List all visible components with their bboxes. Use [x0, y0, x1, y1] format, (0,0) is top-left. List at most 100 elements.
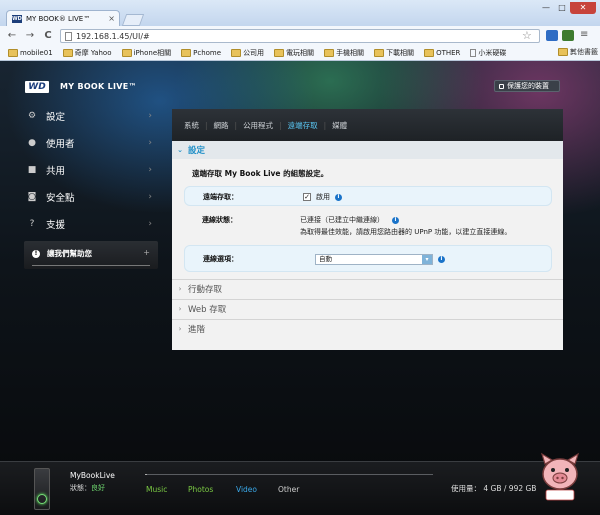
- bookmark-item[interactable]: 手機相關: [324, 48, 364, 58]
- info-icon[interactable]: i: [438, 256, 445, 263]
- info-icon[interactable]: i: [335, 193, 342, 201]
- expand-icon[interactable]: +: [143, 248, 150, 257]
- bookmark-item[interactable]: 下載相關: [374, 48, 414, 58]
- section-settings[interactable]: ⌄ 設定: [172, 141, 563, 159]
- forward-icon[interactable]: →: [24, 30, 36, 41]
- chevron-down-icon: ▾: [422, 255, 432, 264]
- protect-device-button[interactable]: 保護您的裝置: [494, 80, 560, 92]
- bookmark-item[interactable]: iPhone相關: [121, 48, 172, 58]
- sidebar-item-label: 支援: [46, 220, 66, 231]
- wrench-menu-icon[interactable]: ≡: [580, 29, 588, 40]
- tab-media[interactable]: 媒體: [326, 120, 353, 131]
- wd-dashboard: WD MY BOOK LIVE™ 保護您的裝置 ⚙ 設定 › ● 使用者 › ■…: [0, 61, 600, 514]
- sidebar-item-safepoints[interactable]: ◙ 安全點 ›: [26, 188, 156, 206]
- minimize-button[interactable]: —: [538, 2, 554, 14]
- tab-title: MY BOOK® LIVE™: [26, 14, 91, 23]
- sidebar-item-label: 安全點: [46, 193, 75, 204]
- bookmarks-bar: mobile01 奇摩 Yahoo iPhone相關 Pchome 公司用 電玩相關 手機相…: [0, 46, 600, 61]
- other-bookmarks[interactable]: 其他書籤: [558, 47, 598, 57]
- chevron-right-icon: ›: [148, 165, 152, 175]
- chevron-right-icon: ›: [148, 111, 152, 121]
- settings-content: ⌄ 設定 遠端存取 My Book Live 的組態設定。 遠端存取： ✓ 啟用…: [172, 141, 563, 350]
- folder-icon: [181, 49, 192, 57]
- status-badge: 良好: [91, 484, 105, 492]
- device-footer: MyBookLive 狀態：良好 Music Photos Video Othe…: [0, 452, 600, 515]
- folder-icon: [62, 49, 73, 57]
- connection-status-label: 連線狀態：: [202, 216, 237, 224]
- tab-system[interactable]: 系統: [178, 120, 205, 131]
- browser-tab[interactable]: WD MY BOOK® LIVE™ ×: [6, 10, 120, 26]
- tab-close-icon[interactable]: ×: [108, 14, 119, 23]
- sidebar-item-label: 設定: [46, 112, 66, 123]
- product-name: MY BOOK LIVE™: [60, 82, 137, 91]
- bookmark-star-icon[interactable]: ☆: [522, 29, 532, 42]
- section-web-access[interactable]: › Web 存取: [172, 299, 563, 317]
- other-bookmarks-label: 其他書籤: [570, 48, 598, 56]
- back-icon[interactable]: ←: [6, 30, 18, 41]
- chevron-right-icon: ›: [178, 284, 182, 293]
- connection-option-label: 連線選項：: [203, 255, 238, 263]
- close-window-button[interactable]: ✕: [570, 2, 596, 14]
- remote-access-value: 啟用: [316, 193, 330, 201]
- sidebar-item-label: 共用: [46, 166, 66, 177]
- section-advanced[interactable]: › 進階: [172, 319, 563, 337]
- folder-icon: [558, 48, 568, 56]
- category-music: Music: [146, 485, 168, 494]
- info-icon: !: [32, 249, 40, 258]
- address-bar-url: 192.168.1.45/UI/#: [76, 31, 150, 41]
- connection-option-select[interactable]: 自動 ▾: [315, 254, 433, 265]
- bookmark-item[interactable]: Pchome: [181, 49, 221, 57]
- remote-access-checkbox[interactable]: ✓: [303, 193, 311, 201]
- connection-status-note: 為取得最佳效能，請啟用您路由器的 UPnP 功能，以建立直接連線。: [300, 228, 512, 236]
- reload-icon[interactable]: C: [42, 30, 54, 41]
- section-mobile-access[interactable]: › 行動存取: [172, 279, 563, 297]
- bookmark-label: 奇摩 Yahoo: [74, 49, 112, 57]
- settings-panel: 系統 | 網路 | 公用程式 | 遠端存取 | 媒體 ⌄ 設定 遠端存取 My Book…: [172, 109, 563, 350]
- extension-icon[interactable]: [562, 30, 574, 41]
- bookmark-label: 小米硬碟: [478, 49, 507, 57]
- connection-option-value: 自動: [319, 255, 332, 263]
- address-bar[interactable]: 192.168.1.45/UI/#: [60, 29, 540, 43]
- folder-icon: [231, 49, 242, 57]
- bookmark-item[interactable]: mobile01: [8, 49, 53, 57]
- sidebar-item-users[interactable]: ● 使用者 ›: [26, 134, 156, 152]
- bookmark-item[interactable]: OTHER: [424, 49, 460, 57]
- bookmark-label: 下載相關: [386, 49, 415, 57]
- capacity-bar: [145, 474, 433, 475]
- chevron-right-icon: ›: [148, 138, 152, 148]
- tab-remote-access[interactable]: 遠端存取: [282, 120, 324, 131]
- info-icon[interactable]: i: [392, 216, 399, 224]
- bookmark-label: Pchome: [193, 49, 222, 57]
- pig-mascot-watermark: [540, 452, 580, 501]
- gear-icon: ⚙: [27, 111, 37, 121]
- sidebar-item-shares[interactable]: ■ 共用 ›: [26, 161, 156, 179]
- extension-icon[interactable]: [546, 30, 558, 41]
- sidebar-item-settings[interactable]: ⚙ 設定 ›: [26, 107, 156, 125]
- lock-icon: [499, 83, 504, 89]
- bookmark-label: 公司用: [243, 49, 265, 57]
- maximize-button[interactable]: □: [554, 2, 570, 14]
- section-label: 進階: [188, 324, 206, 335]
- connection-option-row: 連線選項： 自動 ▾ i: [184, 245, 552, 272]
- connection-status-value: 已連接（已建立中繼連線）: [300, 216, 384, 224]
- bookmark-label: mobile01: [20, 49, 53, 57]
- drive-icon: [34, 468, 50, 510]
- usage-value: 4 GB / 992 GB: [483, 484, 537, 493]
- divider: [32, 265, 150, 266]
- bookmark-item[interactable]: 小米硬碟: [470, 48, 506, 58]
- help-panel[interactable]: ! 讓我們幫助您 +: [24, 241, 158, 269]
- folder-icon: [8, 49, 18, 57]
- bookmark-item[interactable]: 電玩相關: [274, 48, 314, 58]
- chevron-right-icon: ›: [148, 192, 152, 202]
- section-label: Web 存取: [188, 304, 227, 315]
- folder-icon: [121, 49, 132, 57]
- bookmark-label: iPhone相關: [133, 49, 172, 57]
- bookmark-item[interactable]: 奇摩 Yahoo: [62, 48, 112, 58]
- sidebar-item-support[interactable]: ? 支援 ›: [26, 215, 156, 233]
- device-name: MyBookLive: [70, 471, 115, 480]
- tab-utilities[interactable]: 公用程式: [237, 120, 279, 131]
- bookmark-item[interactable]: 公司用: [231, 48, 264, 58]
- chevron-down-icon: ⌄: [177, 146, 183, 154]
- usage-label: 使用量：: [451, 484, 481, 493]
- tab-network[interactable]: 網路: [208, 120, 235, 131]
